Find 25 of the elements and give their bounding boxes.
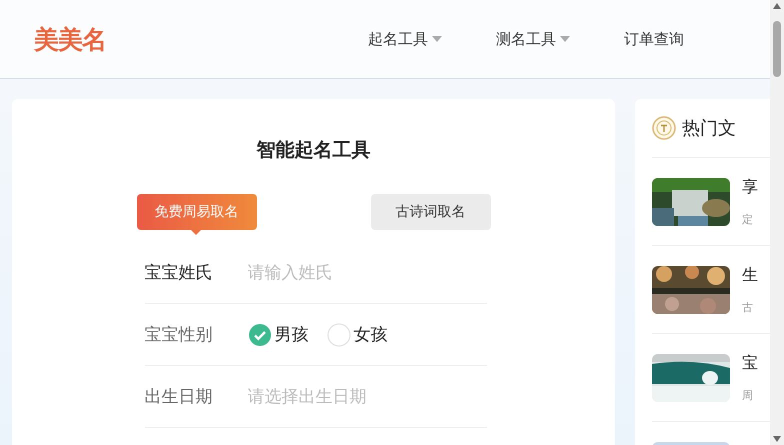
- radio-label: 女孩: [354, 324, 388, 346]
- article-title[interactable]: 生: [742, 264, 758, 286]
- badge-icon: [652, 116, 676, 140]
- sidebar-title: 热门文: [682, 117, 736, 140]
- tab-pointer-icon: [190, 230, 200, 235]
- field-label: 宝宝性别: [144, 324, 214, 346]
- field-label: 宝宝姓氏: [144, 262, 214, 284]
- nav-link[interactable]: 起名工具: [368, 30, 496, 48]
- scrollbar[interactable]: [770, 0, 784, 445]
- nav-link[interactable]: 订单查询: [624, 30, 752, 48]
- article-title[interactable]: 享: [742, 176, 758, 198]
- radio-label: 男孩: [274, 324, 308, 346]
- field-label: 出生日期: [144, 386, 214, 408]
- article-title[interactable]: 宝: [742, 352, 758, 374]
- nav-link[interactable]: 测名工具: [496, 30, 624, 48]
- scroll-down-icon[interactable]: [773, 436, 781, 442]
- article-meta: 定: [742, 212, 754, 226]
- form-title: 智能起名工具: [256, 138, 370, 163]
- scroll-thumb[interactable]: [773, 21, 781, 77]
- check-circle-icon[interactable]: [248, 322, 272, 346]
- radio-circle-icon[interactable]: [326, 322, 350, 346]
- article-meta: 周: [742, 388, 754, 402]
- mode-tab[interactable]: 古诗词取名: [370, 194, 490, 230]
- article-meta: 古: [742, 300, 754, 314]
- scroll-up-icon[interactable]: [773, 3, 781, 9]
